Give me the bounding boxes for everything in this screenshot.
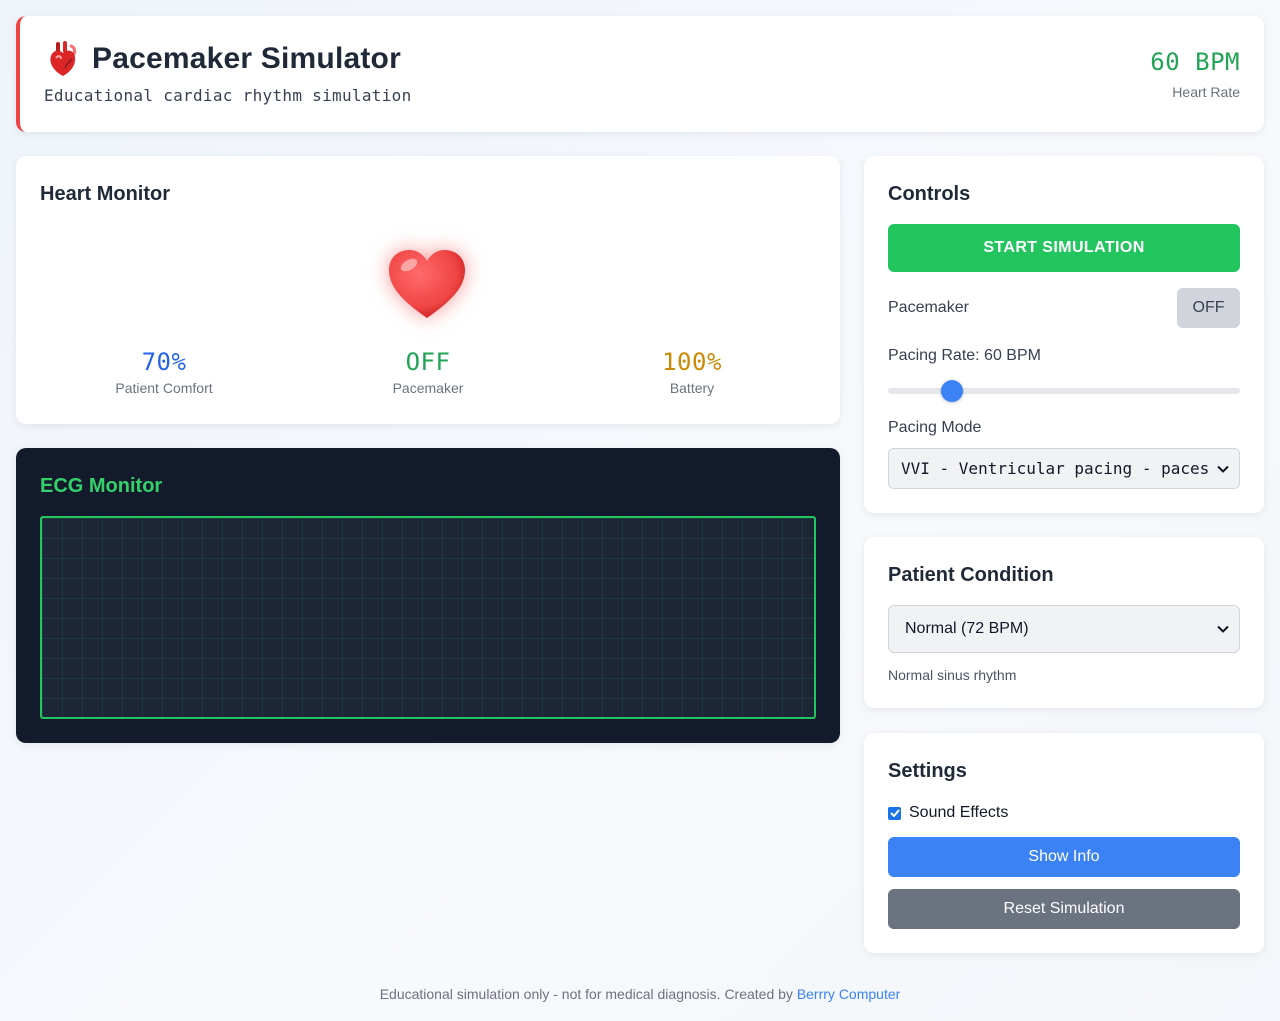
patient-comfort-label: Patient Comfort (115, 380, 213, 396)
heart-monitor-title: Heart Monitor (40, 183, 170, 205)
controls-title: Controls (888, 183, 971, 205)
footer-link[interactable]: Berrry Computer (797, 986, 900, 1002)
start-simulation-button[interactable]: START SIMULATION (888, 224, 1240, 272)
controls-card: Controls START SIMULATION Pacemaker OFF … (864, 156, 1264, 513)
footer: Educational simulation only - not for me… (0, 986, 1280, 1002)
patient-comfort-value: 70% (141, 348, 187, 376)
sound-effects-row[interactable]: Sound Effects (888, 804, 1008, 822)
sound-effects-label: Sound Effects (909, 804, 1009, 821)
battery-value: 100% (662, 348, 722, 376)
page-title: Pacemaker Simulator (92, 42, 401, 75)
heart-rate-label: Heart Rate (1172, 84, 1240, 100)
reset-simulation-button[interactable]: Reset Simulation (888, 889, 1240, 929)
heart-rate-value: 60 BPM (1150, 48, 1240, 76)
pacemaker-toggle-button[interactable]: OFF (1177, 288, 1240, 328)
anatomical-heart-icon (50, 41, 77, 76)
patient-condition-select[interactable]: Normal (72 BPM) (888, 605, 1240, 653)
battery-label: Battery (669, 380, 715, 396)
app-header: Pacemaker Simulator Educational cardiac … (16, 16, 1264, 132)
settings-card: Settings Sound Effects Show Info Reset S… (864, 733, 1264, 953)
patient-condition-title: Patient Condition (888, 564, 1054, 586)
pacing-mode-value: VVI - Ventricular pacing - paces (901, 459, 1210, 478)
chevron-down-icon (1217, 625, 1229, 633)
ecg-monitor-card: ECG Monitor (16, 448, 840, 743)
pacing-rate-slider-thumb[interactable] (940, 380, 963, 402)
pacemaker-status-label: Pacemaker (392, 380, 464, 396)
pacemaker-status-value: OFF (405, 348, 451, 376)
show-info-button[interactable]: Show Info (888, 837, 1240, 877)
ecg-monitor-title: ECG Monitor (40, 475, 163, 497)
check-icon (889, 809, 900, 817)
patient-comfort-stat: 70% Patient Comfort (64, 348, 264, 396)
pacing-mode-select[interactable]: VVI - Ventricular pacing - paces (888, 448, 1240, 489)
chevron-down-icon (1217, 465, 1229, 473)
patient-condition-description: Normal sinus rhythm (888, 667, 1017, 683)
battery-stat: 100% Battery (592, 348, 792, 396)
ecg-canvas (40, 516, 816, 719)
pacing-rate-label: Pacing Rate: 60 BPM (888, 347, 1041, 364)
title-row: Pacemaker Simulator (46, 40, 401, 78)
pacemaker-label: Pacemaker (888, 299, 969, 316)
patient-condition-value: Normal (72 BPM) (905, 620, 1029, 637)
heart-monitor-card: Heart Monitor 70% Patient Comfort OFF Pa… (16, 156, 840, 424)
sound-effects-checkbox[interactable] (888, 806, 901, 820)
pacing-mode-label: Pacing Mode (888, 419, 982, 436)
footer-text: Educational simulation only - not for me… (379, 986, 797, 1002)
pacemaker-stat: OFF Pacemaker (328, 348, 528, 396)
patient-condition-card: Patient Condition Normal (72 BPM) Normal… (864, 537, 1264, 708)
page-subtitle: Educational cardiac rhythm simulation (44, 86, 412, 105)
settings-title: Settings (888, 760, 967, 782)
heart-icon (389, 250, 465, 318)
